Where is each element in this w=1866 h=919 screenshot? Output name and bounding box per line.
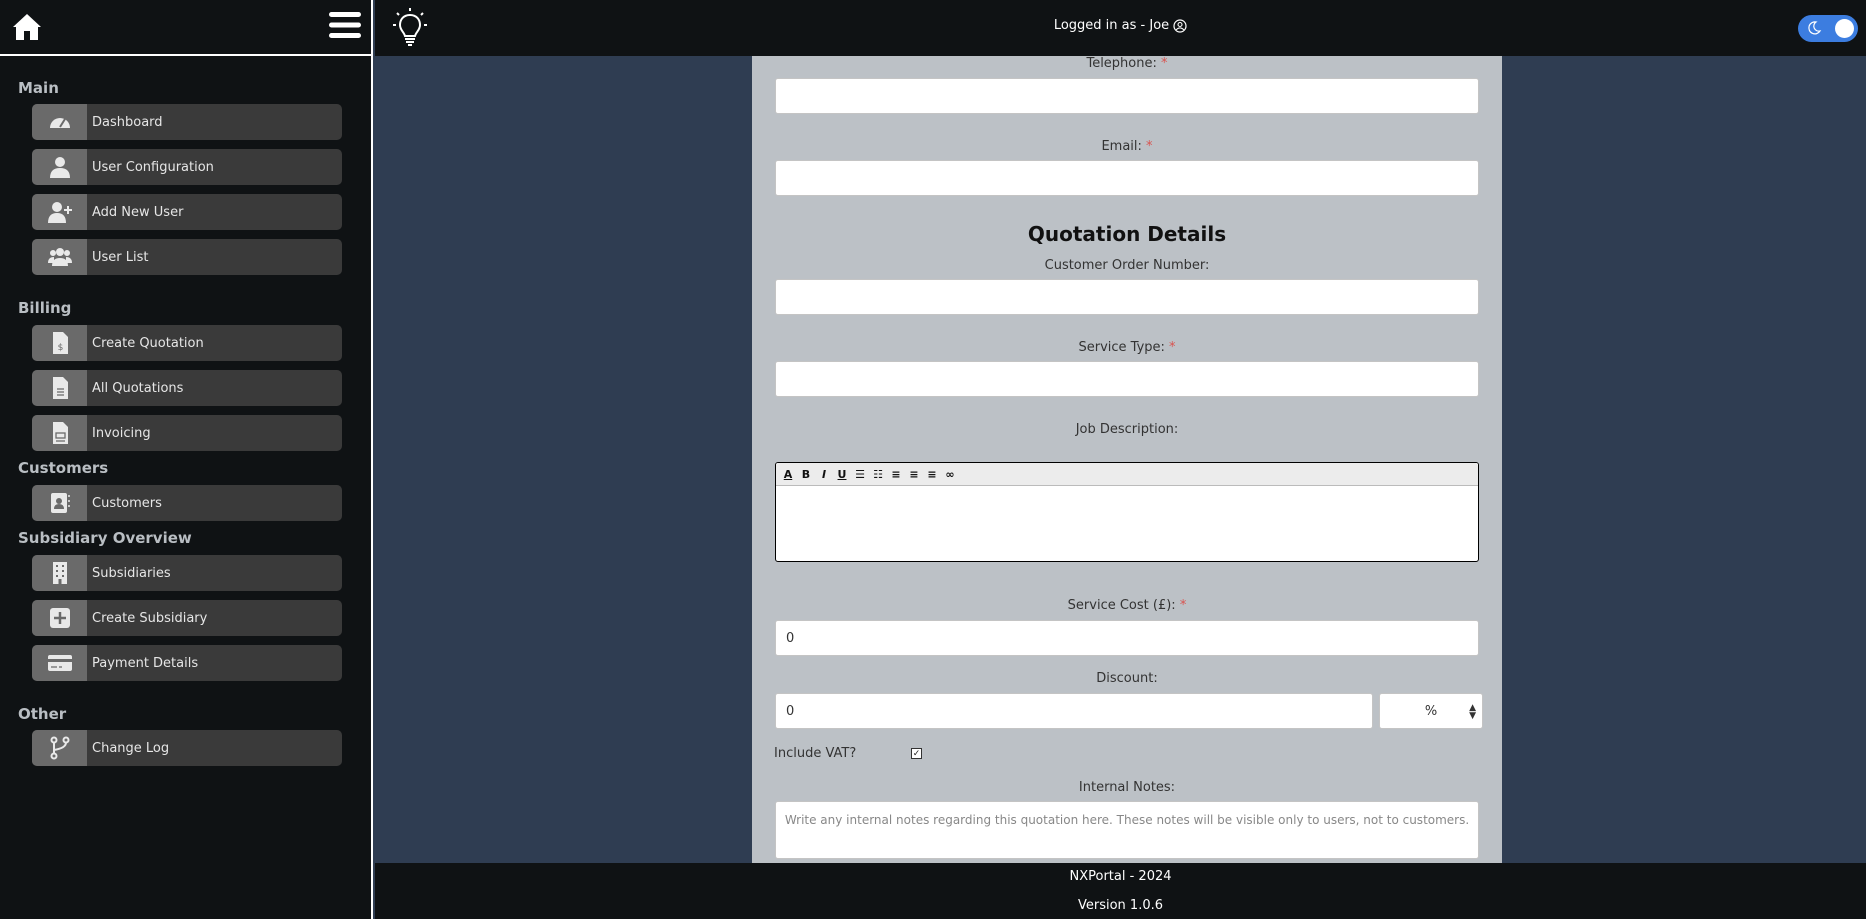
sidebar-item-change-log[interactable]: Change Log <box>32 730 342 766</box>
sidebar-item-add-new-user[interactable]: Add New User <box>32 194 342 230</box>
footer-version: Version 1.0.6 <box>1077 898 1163 913</box>
sidebar-item-label: Invoicing <box>92 425 151 441</box>
discount-type-value: % <box>1424 703 1438 719</box>
svg-text:$: $ <box>57 343 63 353</box>
top-bar: Logged in as - Joe <box>375 0 1866 56</box>
font-color-icon[interactable]: A <box>782 468 794 481</box>
customer-order-number-field[interactable] <box>775 279 1479 315</box>
sidebar-item-label: User List <box>92 249 149 265</box>
code-branch-icon <box>32 730 87 766</box>
sidebar-item-label: Change Log <box>92 740 170 756</box>
document-icon <box>32 370 87 406</box>
sidebar-item-user-configuration[interactable]: User Configuration <box>32 149 342 185</box>
logged-in-status: Logged in as - Joe <box>375 18 1866 33</box>
underline-icon[interactable]: U <box>836 468 848 481</box>
align-left-icon[interactable]: ≡ <box>890 468 902 481</box>
footer: NXPortal - 2024 Version 1.0.6 <box>375 863 1866 919</box>
sidebar-item-invoicing[interactable]: Invoicing <box>32 415 342 451</box>
include-vat-checkbox[interactable]: ✓ <box>911 748 922 759</box>
bold-icon[interactable]: B <box>800 468 812 481</box>
quotation-form: Telephone: * Email: * Quotation Details … <box>752 56 1502 863</box>
sidebar-item-label: Subsidiaries <box>92 565 171 581</box>
sidebar-item-customers[interactable]: Customers <box>32 485 342 521</box>
service-cost-label: Service Cost (£): * <box>1067 598 1187 613</box>
section-title-customers: Customers <box>18 459 109 477</box>
required-mark: * <box>1146 139 1153 154</box>
customer-order-number-label: Customer Order Number: <box>1044 258 1210 273</box>
sidebar-item-create-subsidiary[interactable]: Create Subsidiary <box>32 600 342 636</box>
address-book-icon <box>32 485 87 521</box>
telephone-label: Telephone: * <box>1086 56 1168 71</box>
sidebar-item-user-list[interactable]: User List <box>32 239 342 275</box>
sidebar-item-create-quotation[interactable]: $ Create Quotation <box>32 325 342 361</box>
sidebar: Main Dashboard User Configuration Add Ne… <box>0 0 373 919</box>
discount-label: Discount: <box>1096 671 1158 686</box>
required-mark: * <box>1161 56 1168 71</box>
select-arrows-icon: ▲ ▼ <box>1469 703 1476 721</box>
discount-type-select[interactable]: % ▲ ▼ <box>1379 693 1483 729</box>
sidebar-item-label: User Configuration <box>92 159 214 175</box>
dark-mode-toggle[interactable] <box>1798 15 1858 42</box>
section-title-billing: Billing <box>18 299 72 317</box>
sidebar-item-label: Dashboard <box>92 114 163 130</box>
section-title-other: Other <box>18 705 67 723</box>
credit-card-icon <box>32 645 87 681</box>
home-icon[interactable] <box>12 12 42 42</box>
sidebar-item-dashboard[interactable]: Dashboard <box>32 104 342 140</box>
job-description-editor[interactable]: A B I U ☰ ☷ ≡ ≡ ≡ ∞ <box>775 462 1479 562</box>
editor-toolbar: A B I U ☰ ☷ ≡ ≡ ≡ ∞ <box>776 463 1478 486</box>
sidebar-item-label: Add New User <box>92 204 184 220</box>
user-plus-icon <box>32 194 87 230</box>
telephone-field[interactable] <box>775 78 1479 114</box>
sidebar-item-label: Create Subsidiary <box>92 610 208 626</box>
sidebar-header <box>0 0 371 56</box>
internal-notes-label: Internal Notes: <box>1078 780 1176 795</box>
menu-icon[interactable] <box>329 11 361 39</box>
logged-in-text: Logged in as - Joe <box>1053 18 1170 33</box>
user-icon <box>32 149 87 185</box>
plus-square-icon <box>32 600 87 636</box>
invoice-icon <box>32 415 87 451</box>
italic-icon[interactable]: I <box>818 468 830 481</box>
section-title-main: Main <box>18 79 59 97</box>
align-center-icon[interactable]: ≡ <box>908 468 920 481</box>
invoice-dollar-icon: $ <box>32 325 87 361</box>
sidebar-item-payment-details[interactable]: Payment Details <box>32 645 342 681</box>
building-icon <box>32 555 87 591</box>
email-label: Email: * <box>1101 139 1153 154</box>
sidebar-item-label: Payment Details <box>92 655 199 671</box>
gauge-icon <box>32 104 87 140</box>
required-mark: * <box>1169 340 1176 355</box>
moon-icon <box>1808 21 1822 35</box>
required-mark: * <box>1179 598 1187 613</box>
service-type-label: Service Type: * <box>1078 340 1176 355</box>
ordered-list-icon[interactable]: ☰ <box>854 468 866 481</box>
align-right-icon[interactable]: ≡ <box>926 468 938 481</box>
sidebar-item-label: Customers <box>92 495 162 511</box>
sidebar-item-label: All Quotations <box>92 380 184 396</box>
sidebar-item-all-quotations[interactable]: All Quotations <box>32 370 342 406</box>
internal-notes-field[interactable]: Write any internal notes regarding this … <box>775 801 1479 859</box>
footer-copyright: NXPortal - 2024 <box>1069 869 1172 884</box>
section-title-subsidiary-overview: Subsidiary Overview <box>18 529 192 547</box>
users-icon <box>32 239 87 275</box>
unordered-list-icon[interactable]: ☷ <box>872 468 884 481</box>
link-icon[interactable]: ∞ <box>944 468 956 481</box>
include-vat-label: Include VAT? <box>774 746 857 761</box>
service-type-field[interactable] <box>775 361 1479 397</box>
email-field[interactable] <box>775 160 1479 196</box>
job-description-label: Job Description: <box>1075 422 1179 437</box>
section-title: Quotation Details <box>1027 222 1227 246</box>
user-circle-icon[interactable] <box>1173 18 1187 33</box>
service-cost-field[interactable]: 0 <box>775 620 1479 656</box>
sidebar-item-subsidiaries[interactable]: Subsidiaries <box>32 555 342 591</box>
discount-field[interactable]: 0 <box>775 693 1373 729</box>
toggle-knob <box>1835 19 1854 38</box>
sidebar-item-label: Create Quotation <box>92 335 204 351</box>
